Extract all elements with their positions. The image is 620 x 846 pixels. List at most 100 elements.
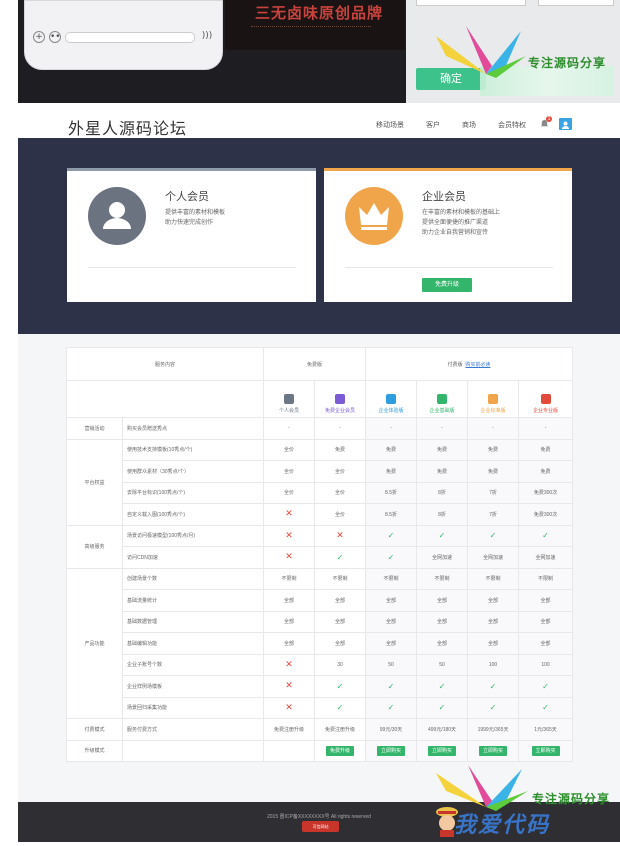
plan-header: 企业体验版 — [365, 380, 418, 418]
check-icon: ✓ — [314, 675, 367, 698]
row-group-label: 高级服务 — [66, 524, 123, 569]
password-field[interactable] — [538, 0, 614, 6]
main-nav: 移动场景 客户 商场 会员特权 — [376, 120, 548, 130]
check-icon: ✓ — [365, 546, 418, 569]
crown-icon — [345, 187, 403, 245]
row-group-label: 营销活动 — [66, 417, 123, 440]
cross-icon: ✕ — [263, 653, 316, 676]
plan-cell: 全部 — [416, 610, 469, 633]
plan-cell: 全部 — [518, 610, 574, 633]
brand-banner: 三无卤味原创品牌 — [225, 0, 405, 50]
table-row: 产品功能 创建场景个数 不限制 不限制 不限制 不限制 不限制 不限制 — [66, 567, 574, 719]
free-upgrade-button[interactable]: 免费升级 — [326, 745, 355, 756]
buy-now-button[interactable]: 立即购买 — [479, 745, 508, 756]
plan-name: 个人会员 — [279, 408, 300, 414]
plan-cell: - — [263, 417, 316, 440]
plan-cell: 1999元/365天 — [467, 718, 520, 741]
plan-cell: 全部 — [263, 610, 316, 633]
plan-cell: 全部 — [518, 632, 574, 655]
table-row: 去除平台标识(100秀点/个) 全价 全价 8.5折 8折 7折 免费300次 — [67, 481, 574, 504]
table-row: 访问CDN加速 ✕ ✓ ✓ 全网加速 全网加速 全网加速 — [67, 546, 574, 569]
row-item-label: 购买会员赠送秀点 — [121, 417, 265, 440]
row-group-label: 付费模式 — [66, 718, 123, 741]
row-group-label: 升级模式 — [66, 739, 123, 762]
nav-member-privileges[interactable]: 会员特权 — [498, 120, 526, 130]
nav-customers[interactable]: 客户 — [426, 120, 440, 130]
empty-cell — [65, 380, 265, 418]
row-item-label: 企业子账号个数 — [121, 653, 265, 676]
row-group-label: 平台权益 — [66, 438, 123, 526]
plan-cell: 免费 — [365, 460, 418, 483]
row-item-label: 使用群众素材（30秀点/个） — [121, 460, 265, 483]
plan-cell: 全价 — [314, 460, 367, 483]
plan-cell: 免费300次 — [518, 481, 574, 504]
login-field[interactable] — [416, 0, 526, 6]
nav-mobile-scenes[interactable]: 移动场景 — [376, 120, 404, 130]
buy-now-button[interactable]: 立即购买 — [531, 745, 560, 756]
table-row: 使用群众素材（30秀点/个） 全价 全价 免费 免费 免费 免费 — [67, 460, 574, 483]
paid-label: 付费版 — [447, 361, 463, 368]
plan-cell: 免费 — [467, 438, 520, 461]
plan-cell: 全价 — [263, 481, 316, 504]
table-row: 企业子账号个数 ✕ 30 50 50 100 100 — [67, 653, 574, 676]
row-item-label: 基础流量统计 — [121, 589, 265, 612]
user-icon — [562, 121, 569, 129]
table-row: 营销活动 购买会员赠送秀点 - - - - - - — [66, 417, 574, 440]
phone-mockup: + •• ))) — [24, 0, 223, 70]
site-logo[interactable]: 外星人源码论坛 — [68, 115, 187, 139]
plan-cell: 免费 — [416, 460, 469, 483]
check-icon: ✓ — [416, 696, 469, 719]
plan-cell: 全部 — [314, 589, 367, 612]
plan-cell: 8折 — [416, 481, 469, 504]
plan-cell: - — [518, 417, 574, 440]
plan-cell: 全部 — [416, 632, 469, 655]
check-icon: ✓ — [365, 675, 418, 698]
row-group-label: 产品功能 — [66, 567, 123, 719]
plan-icon — [284, 394, 295, 404]
plan-cell: 全价 — [263, 438, 316, 461]
plan-cell: 全网加速 — [416, 546, 469, 569]
table-row: 平台权益 使用技术支持模板(10秀点/个) 全价 免费 免费 免费 免费 免费 — [66, 438, 574, 526]
buy-now-button[interactable]: 立即购买 — [428, 745, 457, 756]
add-icon[interactable]: + — [33, 31, 45, 43]
table-header-row: 服务内容 免费版 付费版 购买前必读 — [65, 347, 574, 381]
row-item-label: 访问CDN加速 — [121, 546, 265, 569]
cross-icon: ✕ — [314, 524, 367, 547]
avatar[interactable] — [559, 118, 572, 130]
plan-name: 免费企业会员 — [325, 408, 356, 414]
read-before-buy-link[interactable]: 购买前必读 — [465, 362, 490, 368]
plan-cell: 全部 — [314, 632, 367, 655]
plan-cell: 7折 — [467, 503, 520, 526]
watermark-logo-bottom: 专注源码分享 我爱代码 — [424, 765, 620, 846]
row-item-label: 场景访问极速模型(100秀点/月) — [121, 524, 265, 547]
col-service: 服务内容 — [65, 347, 265, 381]
cross-icon: ✕ — [263, 546, 316, 569]
plan-names-row: 个人会员 免费企业会员 企业体验版 企业基础版 企业标准版 企业专业版 — [65, 380, 574, 418]
plan-cell: 免费升级 — [314, 739, 367, 762]
check-icon: ✓ — [467, 675, 520, 698]
buy-now-button[interactable]: 立即购买 — [377, 745, 406, 756]
table-row: 基础流量统计 全部 全部 全部 全部 全部 全部 — [67, 589, 574, 612]
plan-cell: 8折 — [416, 503, 469, 526]
plan-name: 企业标准版 — [480, 408, 506, 414]
voice-icon[interactable]: ))) — [201, 31, 213, 43]
free-upgrade-button[interactable]: 免费升级 — [422, 278, 472, 292]
plan-header: 企业专业版 — [518, 380, 574, 418]
plan-cell: 立即购买 — [365, 739, 418, 762]
table-row: 高级服务 场景访问极速模型(100秀点/月) ✕ ✕ ✓ ✓ ✓ ✓ — [66, 524, 574, 569]
plan-cell: 499元/180天 — [416, 718, 469, 741]
emoji-icon[interactable]: •• — [49, 31, 61, 43]
plan-cell: 全部 — [314, 610, 367, 633]
notification-badge: 1 — [546, 116, 552, 122]
membership-hero: 个人会员 提供丰富的素材和模板 助力快速完成创作 企业会员 在丰富的素材和模板的… — [18, 138, 620, 334]
trusted-site-seal[interactable]: 可信网站 — [302, 821, 339, 832]
card-title: 企业会员 — [422, 191, 466, 203]
banner-subline — [251, 26, 371, 29]
nav-mall[interactable]: 商场 — [462, 120, 476, 130]
phone-bottom-bar: + •• ))) — [31, 31, 218, 45]
plan-cell: 全价 — [314, 481, 367, 504]
plan-cell: 全部 — [467, 632, 520, 655]
plan-cell: - — [365, 417, 418, 440]
message-input[interactable] — [65, 32, 195, 43]
plan-cell — [263, 739, 316, 762]
